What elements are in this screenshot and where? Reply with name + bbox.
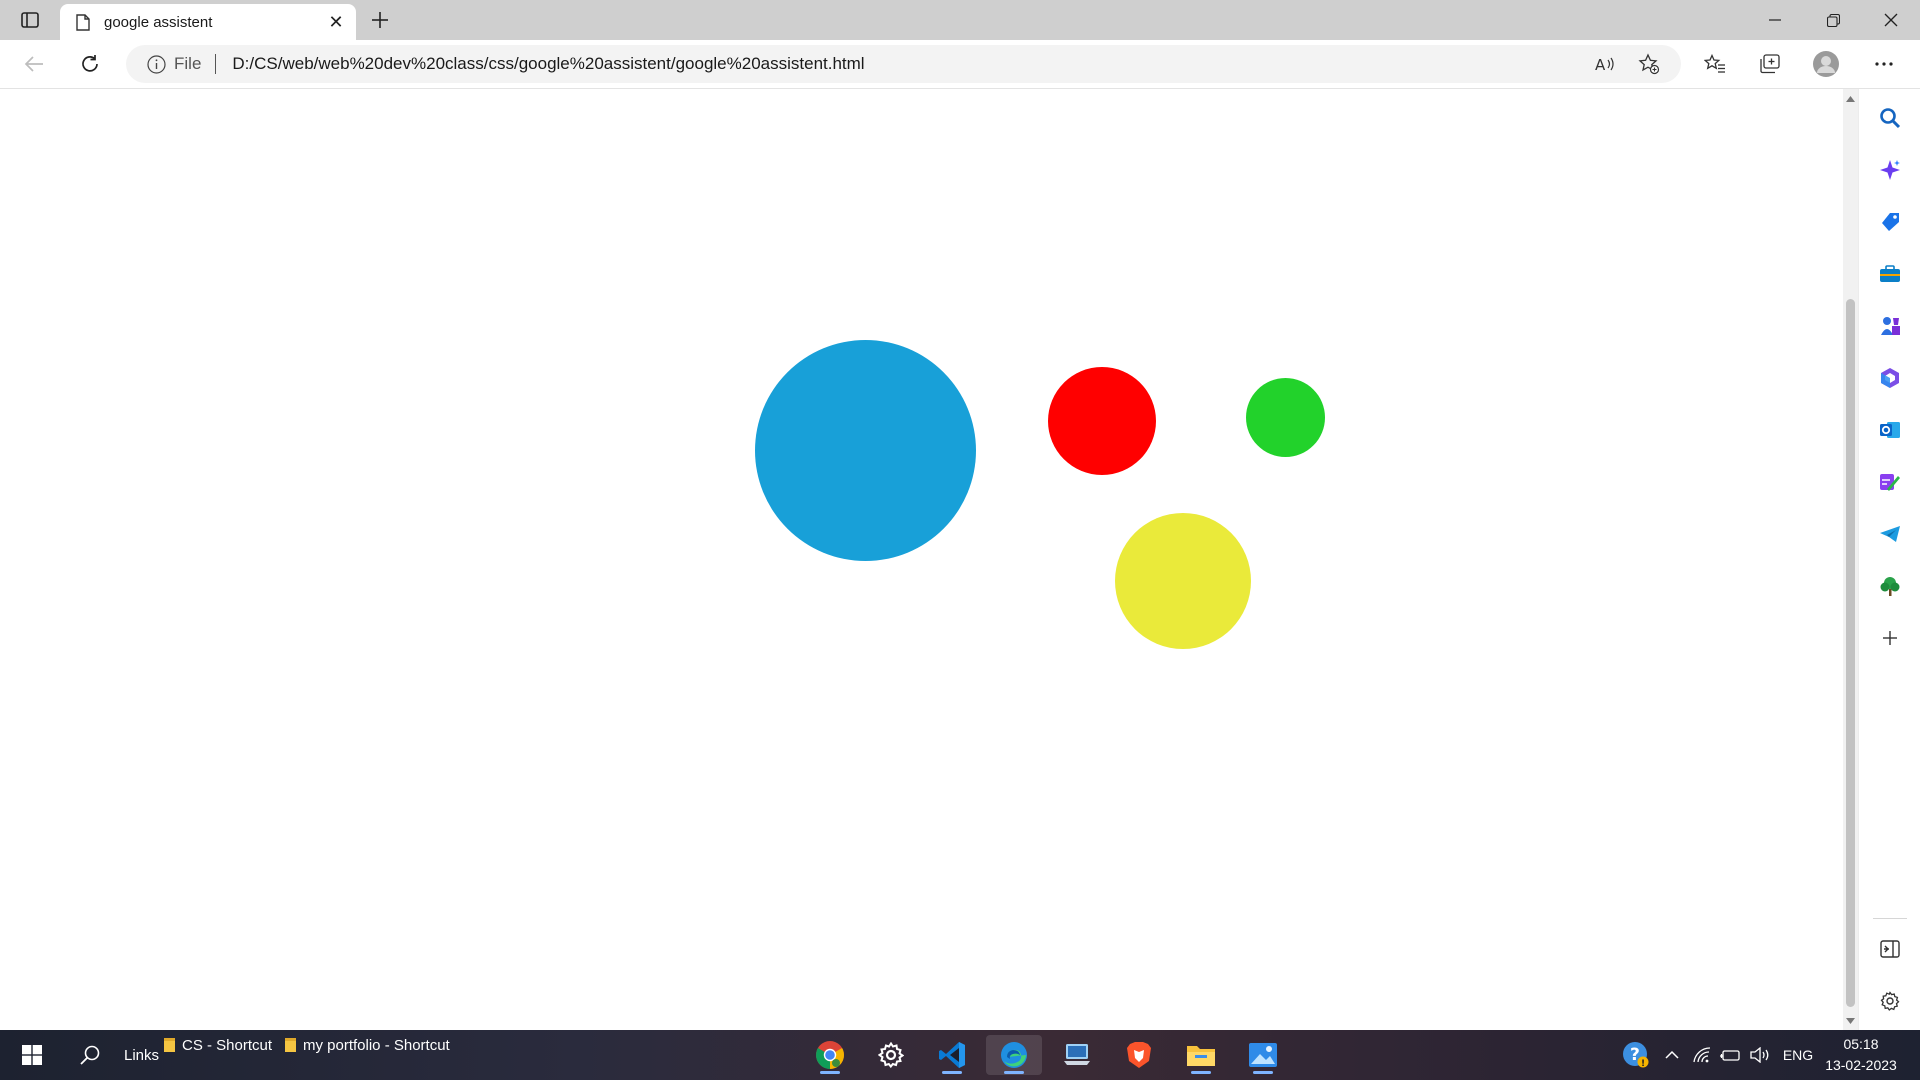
close-window-icon[interactable] — [1862, 0, 1920, 40]
tab-title: google assistent — [104, 13, 213, 31]
new-tab-icon[interactable] — [364, 6, 396, 34]
hide-sidebar-icon[interactable] — [1873, 932, 1907, 966]
volume-icon[interactable] — [1747, 1042, 1773, 1068]
copilot-icon[interactable] — [1873, 153, 1907, 187]
windows-start-icon[interactable] — [14, 1030, 50, 1080]
browser-toolbar: File D:/CS/web/web%20dev%20class/css/goo… — [0, 40, 1920, 89]
green-circle — [1246, 378, 1325, 457]
yellow-circle — [1115, 513, 1251, 649]
windows-taskbar: Links CS - Shortcut my portfolio - Short… — [0, 1030, 1920, 1080]
games-icon[interactable] — [1873, 309, 1907, 343]
taskbar-file-explorer-icon[interactable] — [1173, 1035, 1229, 1075]
scroll-down-icon[interactable] — [1845, 1015, 1856, 1026]
close-tab-icon[interactable]: ✕ — [324, 10, 348, 34]
taskbar-chrome-icon[interactable] — [802, 1035, 858, 1075]
show-hidden-icons-icon[interactable] — [1659, 1042, 1685, 1068]
tools-icon[interactable] — [1873, 257, 1907, 291]
page-icon — [74, 13, 92, 31]
taskbar-brave-icon[interactable] — [1111, 1035, 1167, 1075]
address-bar[interactable]: File D:/CS/web/web%20dev%20class/css/goo… — [126, 45, 1681, 83]
help-icon[interactable]: ?! — [1621, 1040, 1651, 1070]
wifi-icon[interactable] — [1689, 1042, 1715, 1068]
add-favorite-icon[interactable] — [1633, 49, 1665, 79]
browser-tab-bar: google assistent ✕ — [0, 0, 1920, 40]
shortcut-my-portfolio[interactable]: my portfolio - Shortcut — [284, 1025, 450, 1065]
url-text[interactable]: D:/CS/web/web%20dev%20class/css/google%2… — [232, 54, 864, 74]
taskbar-photos-icon[interactable] — [1235, 1035, 1291, 1075]
running-indicator — [1004, 1071, 1024, 1074]
outlook-icon[interactable] — [1873, 413, 1907, 447]
back-icon[interactable] — [16, 48, 52, 80]
taskbar-edge-icon[interactable] — [986, 1035, 1042, 1075]
profile-avatar[interactable] — [1808, 48, 1844, 80]
taskbar-vscode-icon[interactable] — [924, 1035, 980, 1075]
restore-icon[interactable] — [1804, 0, 1862, 40]
minimize-icon[interactable] — [1746, 0, 1804, 40]
tree-icon[interactable] — [1873, 569, 1907, 603]
page-viewport — [0, 89, 1843, 1030]
collections-icon[interactable] — [1752, 48, 1788, 80]
shopping-tag-icon[interactable] — [1873, 205, 1907, 239]
clock-date: 13-02-2023 — [1825, 1057, 1897, 1073]
active-tab[interactable]: google assistent ✕ — [60, 4, 356, 40]
battery-icon[interactable] — [1717, 1042, 1743, 1068]
tab-actions-icon[interactable] — [14, 6, 46, 34]
taskbar-search-icon[interactable] — [72, 1030, 108, 1080]
shortcut-cs[interactable]: CS - Shortcut — [163, 1025, 272, 1065]
system-clock[interactable]: 05:18 13-02-2023 — [1822, 1034, 1900, 1076]
svg-text:A: A — [1595, 56, 1606, 73]
red-circle — [1048, 367, 1156, 475]
taskbar-settings-icon[interactable] — [863, 1035, 919, 1075]
scheme-label: File — [174, 54, 202, 73]
favorites-icon[interactable] — [1697, 48, 1733, 80]
read-aloud-icon[interactable]: A — [1589, 49, 1621, 79]
scroll-up-icon[interactable] — [1845, 93, 1856, 104]
address-separator — [215, 54, 217, 74]
folder-icon — [163, 1037, 176, 1053]
running-indicator — [1253, 1071, 1273, 1074]
refresh-icon[interactable] — [72, 48, 108, 80]
clock-time: 05:18 — [1843, 1036, 1879, 1052]
microsoft-365-icon[interactable] — [1873, 361, 1907, 395]
blue-circle — [755, 340, 976, 561]
running-indicator — [1191, 1071, 1211, 1074]
search-icon[interactable] — [1873, 101, 1907, 135]
language-indicator[interactable]: ENG — [1780, 1030, 1816, 1080]
links-toolbar-label: Links — [124, 1046, 160, 1064]
taskbar-remote-desktop-icon[interactable] — [1049, 1035, 1105, 1075]
settings-icon[interactable] — [1873, 984, 1907, 1018]
svg-text:!: ! — [1641, 1059, 1645, 1069]
running-indicator — [942, 1071, 962, 1074]
running-indicator — [820, 1071, 840, 1074]
more-options-icon[interactable] — [1866, 48, 1902, 80]
edge-sidebar — [1858, 89, 1920, 1030]
info-icon[interactable] — [146, 54, 166, 74]
folder-icon — [284, 1037, 297, 1053]
add-icon[interactable] — [1873, 621, 1907, 655]
designer-icon[interactable] — [1873, 465, 1907, 499]
telegram-icon[interactable] — [1873, 517, 1907, 551]
scrollbar-thumb[interactable] — [1846, 299, 1855, 1007]
sidebar-divider — [1873, 918, 1907, 919]
vertical-scrollbar[interactable] — [1843, 89, 1858, 1030]
